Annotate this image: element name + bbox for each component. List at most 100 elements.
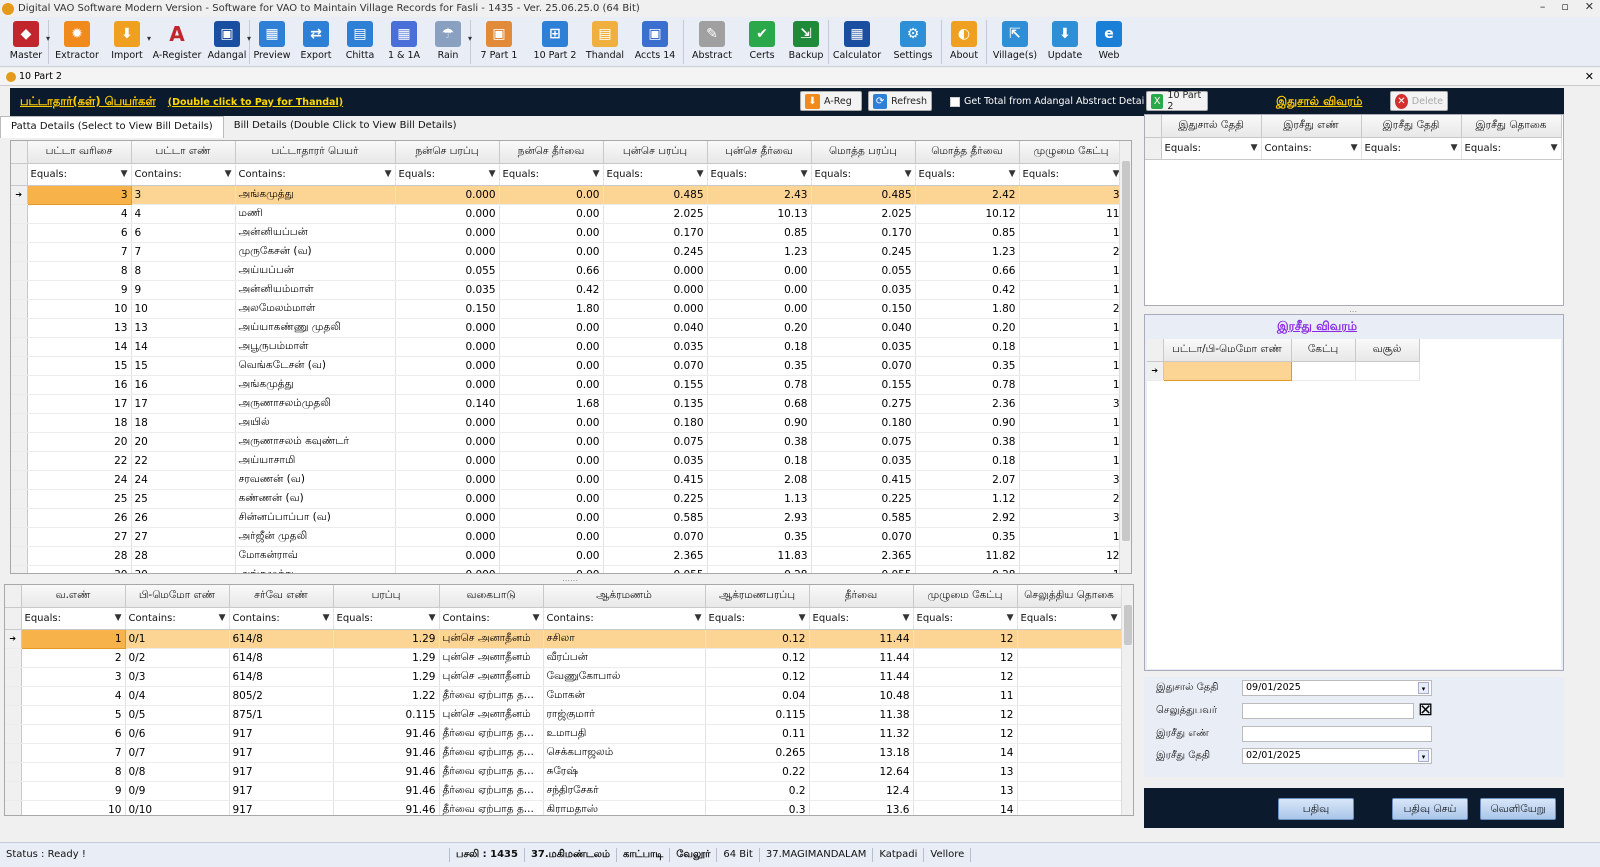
column-header[interactable]: நன்செ பரப்பு — [395, 141, 500, 164]
column-header[interactable]: வசூல் — [1355, 339, 1420, 362]
filter-cell[interactable]: Equals: ▼ — [603, 163, 708, 186]
bill-grid[interactable]: வ.எண் பி-மெமோ எண் சர்வே எண் பரப்பு வகைபாடு ஆக… — [4, 584, 1134, 816]
column-header[interactable]: நன்செ தீர்வை — [499, 141, 604, 164]
filter-cell[interactable]: Contains: ▼ — [125, 607, 230, 630]
toolbar-import-button[interactable]: ⬇ Import — [105, 17, 151, 67]
column-header[interactable]: வ.எண் — [21, 585, 126, 608]
column-header[interactable]: இரசீது தொகை — [1461, 115, 1562, 138]
filter-cell[interactable]: Equals: ▼ — [913, 607, 1018, 630]
column-header[interactable]: பட்டா எண் — [131, 141, 236, 164]
column-header[interactable]: செலுத்திய தொகை — [1017, 585, 1122, 608]
clear-icon[interactable]: ⊠ — [1418, 699, 1433, 720]
toolbar-extractor-button[interactable]: ✹ Extractor — [49, 17, 105, 67]
filter-icon[interactable]: ▼ — [1251, 143, 1258, 153]
delete-button[interactable]: ✕ Delete — [1390, 91, 1448, 111]
toolbar-thandal-button[interactable]: ▤ Thandal — [583, 17, 627, 67]
filter-cell[interactable]: Equals: ▼ — [1161, 137, 1262, 160]
receipt-no-field[interactable] — [1242, 726, 1432, 742]
toolbar-chitta-button[interactable]: ▤ Chitta — [338, 17, 382, 67]
toolbar-preview-button[interactable]: ▦ Preview — [250, 17, 294, 67]
filter-icon[interactable]: ▼ — [695, 613, 702, 623]
table-row[interactable]: 7 7 முருகேசன் (வ) 0.000 0.00 0.245 1.23 0.245 1.… — [11, 242, 1124, 262]
table-row[interactable]: ➔ 1 0/1 614/8 1.29 புன்செ அனாதீனம் சசிலா 0.12 11… — [5, 628, 1122, 649]
toolbar-a-register-button[interactable]: A A-Register — [149, 17, 205, 67]
table-row[interactable]: 28 28 மோகன்ராவ் 0.000 0.00 2.365 11.83 2.365 11.… — [11, 546, 1124, 566]
toolbar-certs-button[interactable]: ✔ Certs — [740, 17, 784, 67]
close-document-icon[interactable]: ✕ — [1585, 70, 1594, 83]
filter-icon[interactable]: ▼ — [323, 613, 330, 623]
filter-cell[interactable]: Equals: ▼ — [915, 163, 1020, 186]
filter-cell[interactable]: Equals: ▼ — [1017, 607, 1122, 630]
exit-button[interactable]: வெளியேறு — [1480, 798, 1556, 820]
column-header[interactable]: இதுசால் தேதி — [1161, 115, 1262, 138]
filter-cell[interactable]: Equals: ▼ — [1361, 137, 1462, 160]
filter-icon[interactable]: ▼ — [219, 613, 226, 623]
patta-grid[interactable]: பட்டா வரிசை பட்டா எண் பட்டாதாரர் பெயர் நன்ச… — [10, 140, 1132, 574]
table-cell[interactable] — [1355, 361, 1420, 381]
minimize-icon[interactable]: – — [1540, 0, 1546, 13]
column-header[interactable]: மொத்த பரப்பு — [811, 141, 916, 164]
filter-cell[interactable]: Equals: ▼ — [499, 163, 604, 186]
table-row[interactable]: 2 0/2 614/8 1.29 புன்செ அனாதீனம் வீரப்பன் 0.12… — [5, 648, 1122, 668]
table-row[interactable]: 8 0/8 917 91.46 தீர்வை ஏற்பாத த... சுரேஷ் 0.22… — [5, 762, 1122, 782]
filter-cell[interactable]: Contains: ▼ — [235, 163, 396, 186]
filter-icon[interactable]: ▼ — [905, 169, 912, 179]
tab-bill-details[interactable]: Bill Details (Double Click to View Bill … — [224, 116, 467, 138]
receipt-grid[interactable]: இதுசால் தேதி இரசீது எண் இரசீது தேதி இரசீது … — [1144, 114, 1564, 306]
filter-cell[interactable]: Contains: ▼ — [1261, 137, 1362, 160]
filter-cell[interactable]: Equals: ▼ — [395, 163, 500, 186]
filter-cell[interactable]: Contains: ▼ — [229, 607, 334, 630]
table-row[interactable]: 6 6 அன்னியப்பன் 0.000 0.00 0.170 0.85 0.170 0.85… — [11, 223, 1124, 243]
table-row[interactable]: 14 14 அபூருபம்மாள் 0.000 0.00 0.035 0.18 0.035 0… — [11, 337, 1124, 357]
filter-icon[interactable]: ▼ — [1451, 143, 1458, 153]
register-button[interactable]: பதிவு — [1278, 798, 1354, 820]
filter-cell[interactable]: Contains: ▼ — [543, 607, 706, 630]
toolbar-web-button[interactable]: e Web — [1087, 17, 1131, 67]
column-header[interactable]: பரப்பு — [333, 585, 440, 608]
column-header[interactable]: முழுமை கேட்பு — [1019, 141, 1124, 164]
filter-cell[interactable]: Equals: ▼ — [333, 607, 440, 630]
column-header[interactable]: பட்டா வரிசை — [27, 141, 132, 164]
toolbar-about-button[interactable]: ◐ About — [942, 17, 986, 67]
toolbar-master-button[interactable]: ◆ Master — [4, 17, 50, 67]
filter-icon[interactable]: ▼ — [801, 169, 808, 179]
toolbar-calculator-button[interactable]: ▦ Calculator — [829, 17, 885, 67]
toolbar-settings-button[interactable]: ⚙ Settings — [885, 17, 941, 67]
filter-cell[interactable]: Contains: ▼ — [439, 607, 544, 630]
column-header[interactable]: முழுமை கேட்பு — [913, 585, 1018, 608]
table-row[interactable]: 6 0/6 917 91.46 தீர்வை ஏற்பாத த... உமாபதி 0.11… — [5, 724, 1122, 744]
column-header[interactable]: பி-மெமோ எண் — [125, 585, 230, 608]
table-row[interactable]: 10 0/10 917 91.46 தீர்வை ஏற்பாத த... கிராமதாஸ… — [5, 800, 1122, 815]
table-row[interactable]: 5 0/5 875/1 0.115 புன்செ அனாதீனம் ராஜ்குமார் 0… — [5, 705, 1122, 725]
column-header[interactable]: ஆக்ரமணம் — [543, 585, 706, 608]
filter-icon[interactable]: ▼ — [429, 613, 436, 623]
filter-cell[interactable]: Equals: ▼ — [1461, 137, 1562, 160]
filter-icon[interactable]: ▼ — [1009, 169, 1016, 179]
table-row[interactable]: 3 0/3 614/8 1.29 புன்செ அனாதீனம் வேணுகோபால் 0.… — [5, 667, 1122, 687]
column-header[interactable]: புன்செ தீர்வை — [707, 141, 812, 164]
checkbox-box[interactable] — [950, 96, 960, 107]
collection-date-field[interactable]: 09/01/2025 ▾ — [1242, 680, 1432, 696]
filter-icon[interactable]: ▼ — [1007, 613, 1014, 623]
toolbar-export-button[interactable]: ⇄ Export — [294, 17, 338, 67]
filter-icon[interactable]: ▼ — [799, 613, 806, 623]
close-icon[interactable]: ✕ — [1585, 0, 1594, 13]
get-total-checkbox[interactable]: Get Total from Adangal Abstract Details — [950, 96, 1152, 107]
table-row[interactable]: 3030அங்கமுத்து0.0000.000.0550.280.0550.2… — [11, 565, 1124, 573]
column-header[interactable]: பட்டாதாரர் பெயர் — [235, 141, 396, 164]
table-row[interactable]: 4 0/4 805/2 1.22 தீர்வை ஏற்பாத த... மோகன் 0.04… — [5, 686, 1122, 706]
column-header[interactable]: கேட்பு — [1291, 339, 1356, 362]
column-header[interactable]: சர்வே எண் — [229, 585, 334, 608]
filter-icon[interactable]: ▼ — [121, 169, 128, 179]
table-cell[interactable] — [1291, 361, 1356, 381]
table-row[interactable]: 25 25 கண்ணன் (வ) 0.000 0.00 0.225 1.13 0.225 1.1… — [11, 489, 1124, 509]
ten-part2-button[interactable]: X 10 Part 2 — [1146, 90, 1208, 112]
column-header[interactable]: புன்செ பரப்பு — [603, 141, 708, 164]
table-row[interactable]: 27 27 அர்ஜீன் முதலி 0.000 0.00 0.070 0.35 0.070… — [11, 527, 1124, 547]
table-cell[interactable] — [1162, 360, 1292, 381]
toolbar-one-and-onea-button[interactable]: ▦ 1 & 1A — [382, 17, 426, 67]
table-row[interactable]: 18 18 அயில் 0.000 0.00 0.180 0.90 0.180 0.90 1 — [11, 413, 1124, 433]
bill-grid-scrollbar[interactable] — [1121, 585, 1133, 815]
toolbar-accts14-button[interactable]: ▣ Accts 14 — [627, 17, 683, 67]
column-header[interactable]: இரசீது எண் — [1261, 115, 1362, 138]
